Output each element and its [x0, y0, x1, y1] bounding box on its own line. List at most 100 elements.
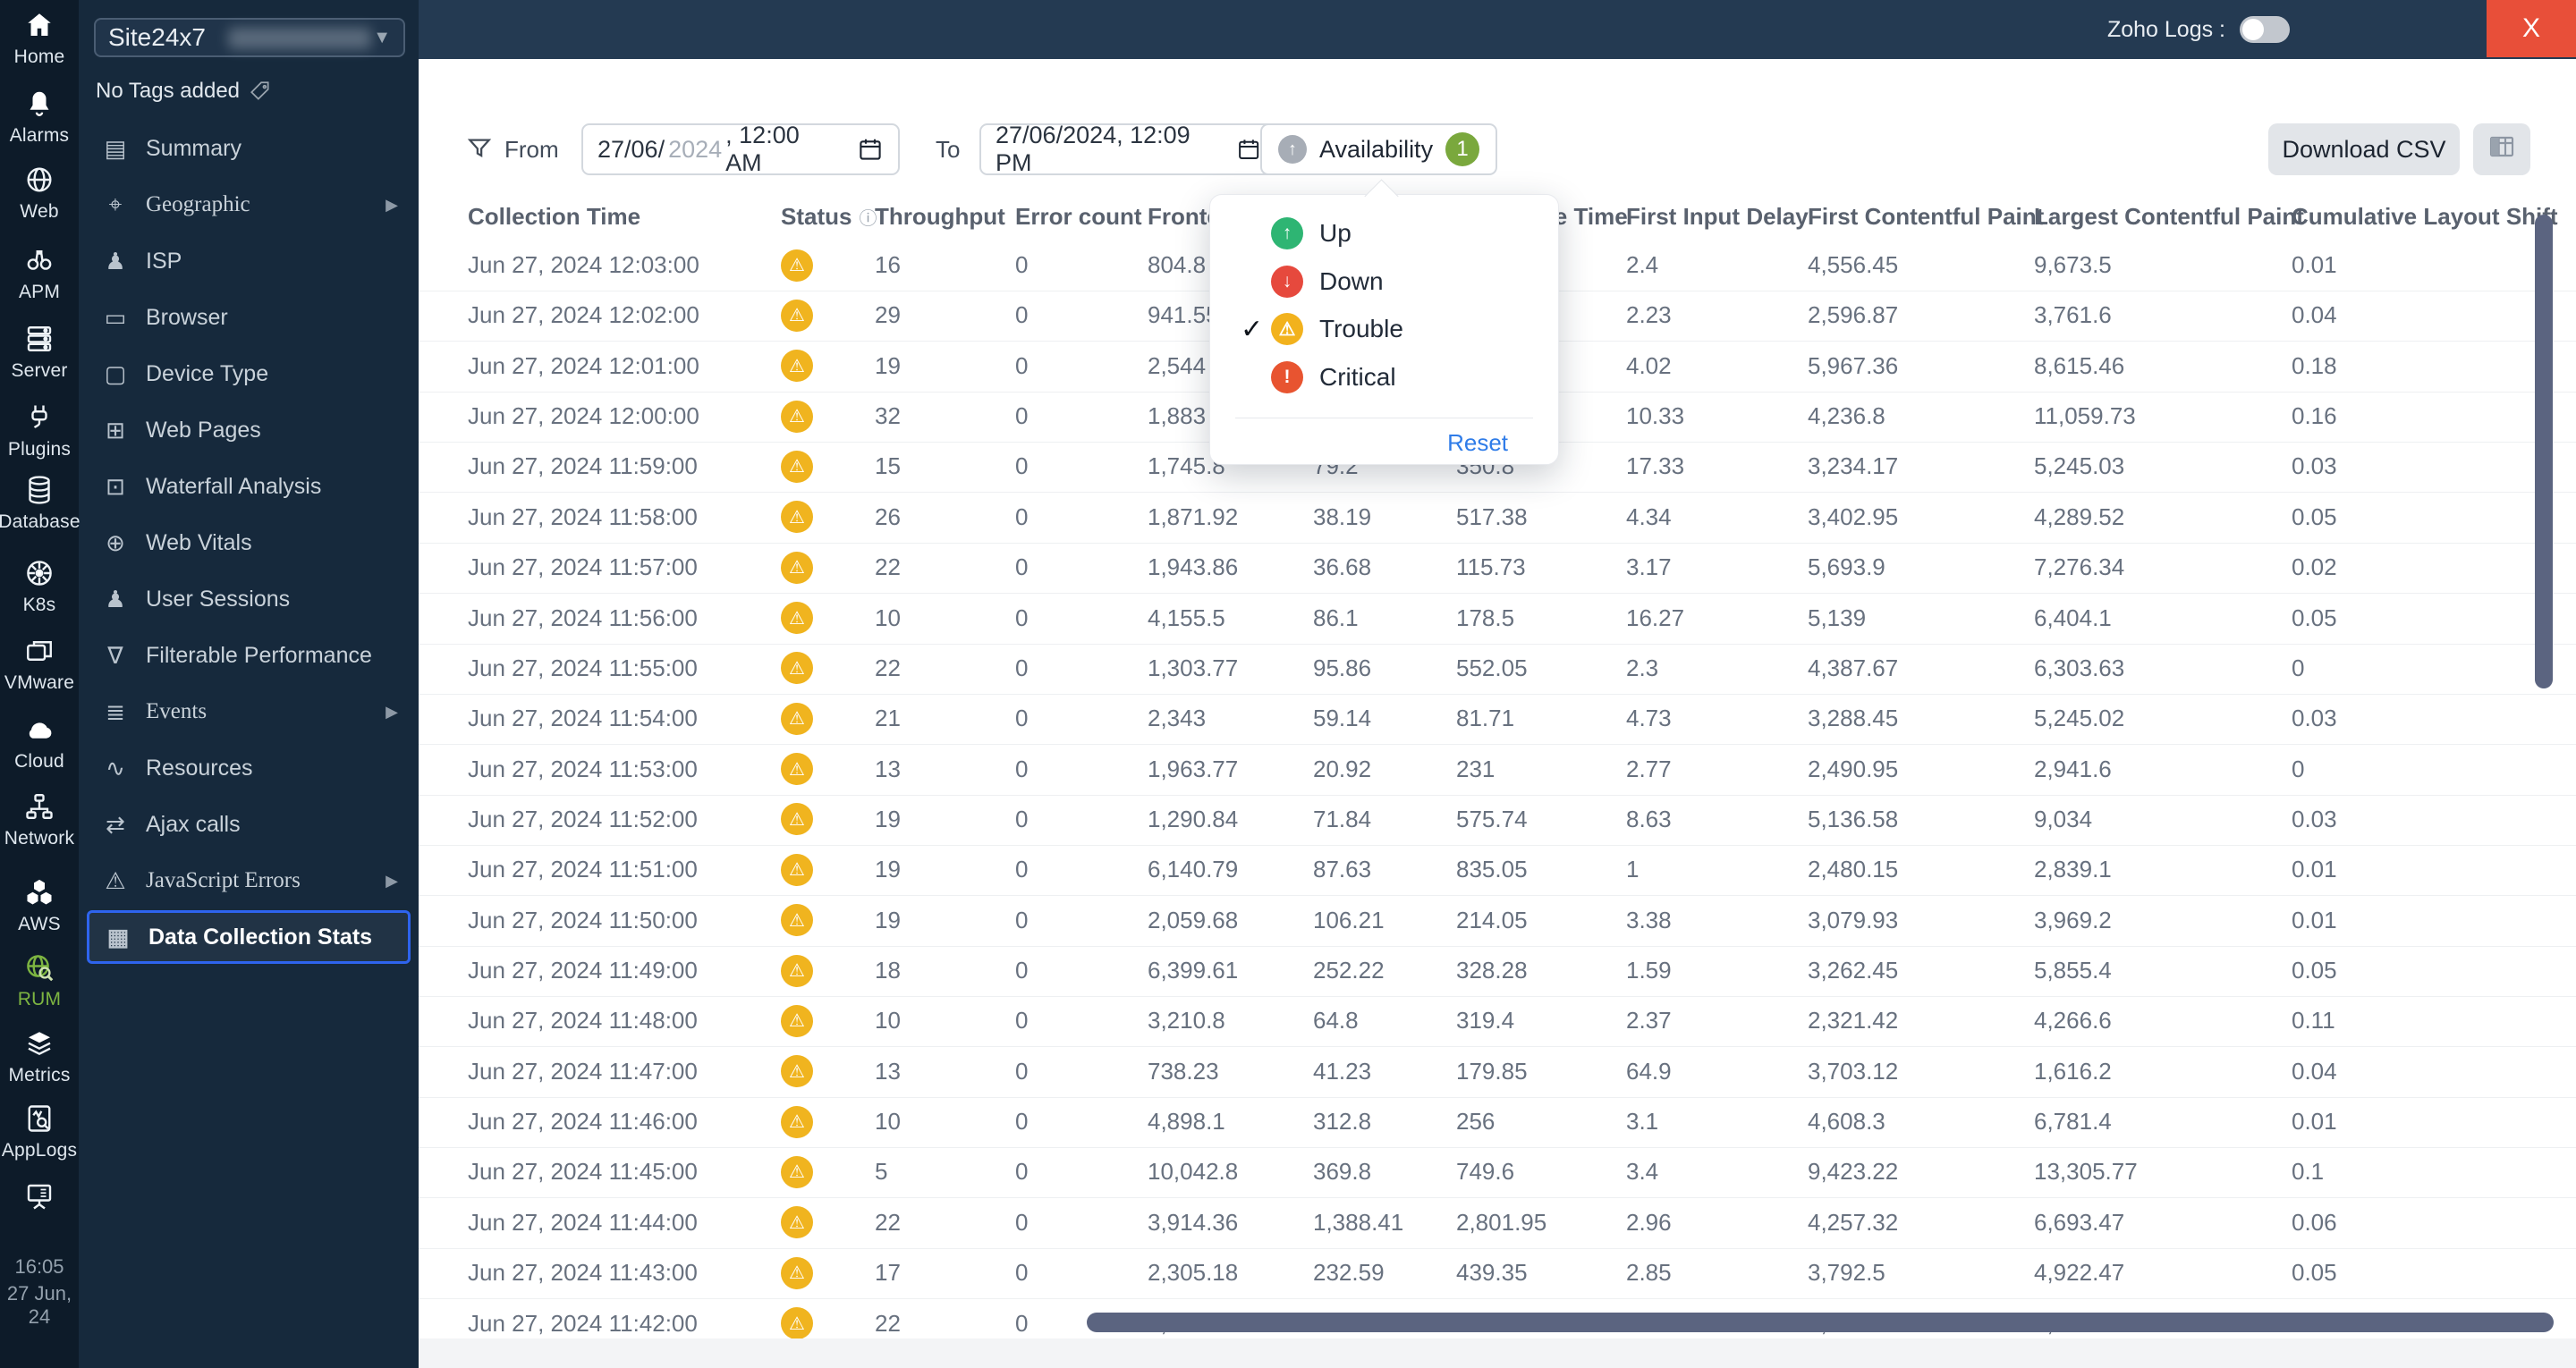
cell-collection-time: Jun 27, 2024 11:59:00	[468, 452, 698, 480]
column-header-largest-contentful-paint[interactable]: Largest Contentful Paint	[2034, 193, 2304, 240]
rail-item-vmware[interactable]: VMware	[0, 635, 79, 694]
table-row[interactable]: Jun 27, 2024 11:48:00 ⚠ 10 0 3,210.8 64.8 319.…	[419, 995, 2576, 1048]
monitor-select[interactable]: Site24x7 ▼	[94, 18, 405, 57]
column-header-throughput[interactable]: Throughput	[875, 193, 1005, 240]
sidebar-item-ajax-calls[interactable]: ⇄ Ajax calls	[87, 798, 411, 851]
table-row[interactable]: Jun 27, 2024 11:49:00 ⚠ 18 0 6,399.61 252.22 3…	[419, 945, 2576, 998]
status-trouble-icon: ⚠	[781, 1247, 813, 1298]
availability-filter-chip[interactable]: ↑ Availability 1	[1260, 123, 1498, 175]
column-settings-button[interactable]	[2473, 123, 2530, 175]
calendar-icon[interactable]	[857, 136, 884, 163]
cell-response-time: 835.05	[1456, 856, 1528, 883]
table-row[interactable]: Jun 27, 2024 11:58:00 ⚠ 26 0 1,871.92 38.19 51…	[419, 492, 2576, 544]
table-row[interactable]: Jun 27, 2024 11:47:00 ⚠ 13 0 738.23 41.23 179.…	[419, 1046, 2576, 1098]
from-date-input[interactable]: 27/06/2024, 12:00 AM	[581, 122, 900, 176]
rail-item-database[interactable]: Database	[0, 474, 80, 533]
sidebar-item-data-collection-stats[interactable]: ▦ Data Collection Stats	[87, 910, 411, 964]
sidebar-item-waterfall-analysis[interactable]: ⊡ Waterfall Analysis	[87, 460, 411, 513]
sidebar-item-device-type[interactable]: ▢ Device Type	[87, 347, 411, 401]
cell-hidden: 59.14	[1313, 705, 1372, 732]
cell-response-time: 575.74	[1456, 805, 1528, 832]
status-trouble-icon: ⚠	[781, 1046, 813, 1097]
table-row[interactable]: Jun 27, 2024 11:45:00 ⚠ 5 0 10,042.8 369.8 749…	[419, 1146, 2576, 1199]
cell-error-count: 0	[1015, 351, 1029, 379]
column-header-status[interactable]: Status ⓘ	[781, 193, 877, 240]
sidebar-item-isp[interactable]: ♟ ISP	[87, 234, 411, 288]
to-date-value: 27/06/2024, 12:09 PM	[996, 122, 1191, 176]
close-button[interactable]: X	[2487, 0, 2576, 57]
dropdown-option-up[interactable]: ↑ Up	[1210, 214, 1558, 253]
rail-item-rum[interactable]: RUM	[0, 951, 79, 1010]
sidebar-item-events[interactable]: ≣ Events ▶	[87, 685, 411, 739]
network-icon	[23, 790, 55, 823]
table-row[interactable]: Jun 27, 2024 11:51:00 ⚠ 19 0 6,140.79 87.63 83…	[419, 844, 2576, 897]
cell-frontend-time: 3,914.36	[1148, 1208, 1239, 1236]
cell-throughput: 18	[875, 957, 901, 984]
column-header-collection-time[interactable]: Collection Time	[468, 193, 640, 240]
table-row[interactable]: Jun 27, 2024 11:56:00 ⚠ 10 0 4,155.5 86.1 178.…	[419, 593, 2576, 645]
rail-item-home[interactable]: Home	[0, 9, 79, 68]
column-header-error-count[interactable]: Error count	[1015, 193, 1142, 240]
rail-item-web[interactable]: Web	[0, 164, 79, 223]
dropdown-option-trouble[interactable]: ✓ ⚠ Trouble	[1210, 309, 1558, 349]
table-row[interactable]: Jun 27, 2024 11:53:00 ⚠ 13 0 1,963.77 20.92 23…	[419, 744, 2576, 796]
sidebar-item-web-vitals[interactable]: ⊕ Web Vitals	[87, 516, 411, 570]
rail-item-label: Server	[11, 360, 68, 381]
tags-line[interactable]: No Tags added	[96, 79, 272, 104]
dropdown-option-down[interactable]: ↓ Down	[1210, 262, 1558, 301]
cell-collection-time: Jun 27, 2024 11:46:00	[468, 1108, 698, 1136]
table-row[interactable]: Jun 27, 2024 11:54:00 ⚠ 21 0 2,343 59.14 81.71…	[419, 693, 2576, 746]
sidebar-item-resources[interactable]: ∿ Resources	[87, 741, 411, 795]
sidebar-item-user-sessions[interactable]: ♟ User Sessions	[87, 572, 411, 626]
rail-item-k8s[interactable]: K8s	[0, 557, 79, 616]
zoho-logs-toggle[interactable]	[2240, 16, 2290, 43]
rail-item-server[interactable]: Server	[0, 323, 79, 382]
rail-item-cloud[interactable]: Cloud	[0, 714, 79, 773]
table-row[interactable]: Jun 27, 2024 11:50:00 ⚠ 19 0 2,059.68 106.21 2…	[419, 895, 2576, 947]
sidebar-item-filterable-performance[interactable]: ∇ Filterable Performance	[87, 629, 411, 682]
tags-label: No Tags added	[96, 79, 241, 103]
table-row[interactable]: Jun 27, 2024 11:43:00 ⚠ 17 0 2,305.18 232.59 4…	[419, 1247, 2576, 1300]
rail-item-applogs[interactable]: AppLogs	[0, 1102, 79, 1161]
column-header-cumulative-layout-shift[interactable]: Cumulative Layout Shift	[2292, 193, 2558, 240]
sidebar-item-web-pages[interactable]: ⊞ Web Pages	[87, 403, 411, 457]
cell-largest-contentful-paint: 2,941.6	[2034, 755, 2112, 782]
to-date-input[interactable]: 27/06/2024, 12:09 PM	[979, 122, 1277, 176]
download-csv-button[interactable]: Download CSV	[2268, 123, 2460, 175]
table-row[interactable]: Jun 27, 2024 11:57:00 ⚠ 22 0 1,943.86 36.68 11…	[419, 542, 2576, 595]
status-trouble-icon: ⚠	[781, 593, 813, 644]
sidebar-item-geographic[interactable]: ⌖ Geographic ▶	[87, 178, 411, 232]
table-row[interactable]: Jun 27, 2024 11:55:00 ⚠ 22 0 1,303.77 95.86 55…	[419, 643, 2576, 695]
rail-item-plugins[interactable]: Plugins	[0, 401, 79, 460]
cell-first-input-delay: 3.4	[1626, 1158, 1659, 1186]
rail-item-metrics[interactable]: Metrics	[0, 1027, 79, 1086]
table-row[interactable]: Jun 27, 2024 11:46:00 ⚠ 10 0 4,898.1 312.8 256…	[419, 1096, 2576, 1149]
sidebar-item-summary[interactable]: ▤ Summary	[87, 122, 411, 175]
cell-cumulative-layout-shift: 0.01	[2292, 856, 2337, 883]
down-status-icon: ↓	[1271, 265, 1303, 298]
rail-item-presentation[interactable]	[0, 1180, 79, 1212]
cell-cumulative-layout-shift: 0.01	[2292, 251, 2337, 278]
cell-largest-contentful-paint: 4,922.47	[2034, 1259, 2125, 1287]
rail-item-network[interactable]: Network	[0, 790, 79, 849]
cell-error-count: 0	[1015, 502, 1029, 530]
table-row[interactable]: Jun 27, 2024 11:44:00 ⚠ 22 0 3,914.36 1,388.4…	[419, 1197, 2576, 1249]
dropdown-option-critical[interactable]: ! Critical	[1210, 358, 1558, 397]
reset-link[interactable]: Reset	[1447, 429, 1508, 457]
table-row[interactable]: Jun 27, 2024 11:52:00 ⚠ 19 0 1,290.84 71.84 57…	[419, 794, 2576, 846]
cell-collection-time: Jun 27, 2024 11:51:00	[468, 856, 698, 883]
cell-hidden: 232.59	[1313, 1259, 1385, 1287]
cell-frontend-time: 4,155.5	[1148, 604, 1225, 631]
rail-item-aws[interactable]: AWS	[0, 876, 79, 935]
column-header-first-contentful-paint[interactable]: First Contentful Paint	[1808, 193, 2044, 240]
sidebar-item-javascript-errors[interactable]: ⚠ JavaScript Errors ▶	[87, 854, 411, 908]
cell-response-time: 517.38	[1456, 502, 1528, 530]
column-header-first-input-delay[interactable]: First Input Delay	[1626, 193, 1809, 240]
rail-item-alarms[interactable]: Alarms	[0, 88, 79, 147]
vertical-scrollbar[interactable]	[2535, 215, 2553, 688]
cell-error-count: 0	[1015, 1309, 1029, 1337]
horizontal-scrollbar[interactable]	[1087, 1313, 2554, 1332]
calendar-icon[interactable]	[1236, 136, 1261, 163]
sidebar-item-browser[interactable]: ▭ Browser	[87, 291, 411, 344]
rail-item-apm[interactable]: APM	[0, 244, 79, 303]
